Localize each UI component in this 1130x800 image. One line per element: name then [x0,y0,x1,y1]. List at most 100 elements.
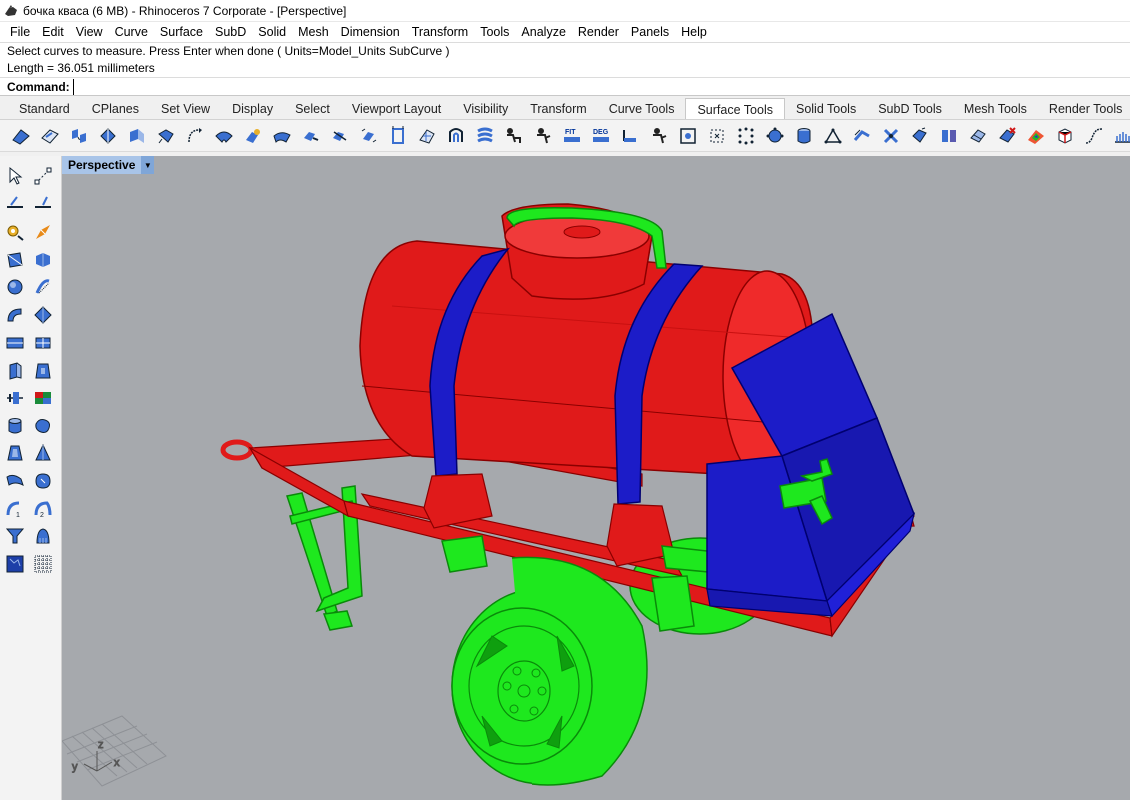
fit-button[interactable]: FIT [560,124,584,148]
tab-curve-tools[interactable]: Curve Tools [598,98,686,119]
merge-surface-icon[interactable] [270,124,294,148]
menu-tools[interactable]: Tools [474,25,515,39]
funnel-icon[interactable] [3,524,27,548]
zebra-analysis-icon[interactable] [1053,124,1077,148]
match-surface-icon[interactable] [241,124,265,148]
fillet-surface-icon[interactable] [9,124,33,148]
menu-solid[interactable]: Solid [252,25,292,39]
menu-view[interactable]: View [70,25,109,39]
extend-surface-icon[interactable] [154,124,178,148]
symmetry-icon[interactable] [212,124,236,148]
box-icon[interactable] [31,331,55,355]
select-arrow-icon[interactable] [3,164,27,188]
menu-file[interactable]: File [4,25,36,39]
move-uvn-icon[interactable] [821,124,845,148]
tab-solid-tools[interactable]: Solid Tools [785,98,867,119]
viewport-menu-arrow-icon[interactable]: ▼ [141,156,155,174]
sphere-icon[interactable] [3,275,27,299]
surface-edge-icon[interactable] [31,248,55,272]
tab-mesh-tools[interactable]: Mesh Tools [953,98,1038,119]
curvature-graph-icon[interactable] [1111,124,1130,148]
tab-subd-tools[interactable]: SubD Tools [867,98,953,119]
menu-analyze[interactable]: Analyze [515,25,571,39]
draft-angle-icon[interactable] [1082,124,1106,148]
texture-map-icon[interactable] [3,552,27,576]
menu-panels[interactable]: Panels [625,25,675,39]
perspective-viewport[interactable]: Perspective ▼ z x y [62,156,1130,800]
point-icon[interactable] [31,164,55,188]
menu-edit[interactable]: Edit [36,25,70,39]
remove-knot-icon[interactable] [995,124,1019,148]
viewport-title[interactable]: Perspective ▼ [62,156,155,174]
tab-standard[interactable]: Standard [8,98,81,119]
menu-transform[interactable]: Transform [406,25,475,39]
gear-settings-icon[interactable] [3,220,27,244]
explode-icon[interactable] [31,220,55,244]
edge-tools-icon[interactable] [676,124,700,148]
refit-surface-icon[interactable] [415,124,439,148]
pyramid-icon[interactable] [31,441,55,465]
isocurve-icon[interactable] [444,124,468,148]
untrim-icon[interactable] [299,124,323,148]
tab-surface-tools[interactable]: Surface Tools [685,98,785,119]
split-surface-icon[interactable] [328,124,352,148]
show-edges-icon[interactable] [705,124,729,148]
truncated-cone-icon[interactable] [31,359,55,383]
viewport-name[interactable]: Perspective [62,156,142,174]
analyze-direction-icon[interactable] [502,124,526,148]
tow-ring[interactable] [220,439,254,461]
grid-points-icon[interactable] [31,552,55,576]
surface-from-network-icon[interactable] [966,124,990,148]
sweep-icon[interactable] [850,124,874,148]
surface-corner-icon[interactable] [3,248,27,272]
front-wheel[interactable] [451,556,648,786]
patch-icon[interactable] [31,469,55,493]
pull-surface-icon[interactable] [647,124,671,148]
line-icon[interactable] [3,191,27,215]
rail-revolve-2-icon[interactable]: 2 [31,497,55,521]
shrink-surface-icon[interactable] [357,124,381,148]
blend-surface-icon[interactable] [67,124,91,148]
rebuild-surface-icon[interactable] [386,124,410,148]
change-degree-icon[interactable] [618,124,642,148]
bell-icon[interactable] [31,524,55,548]
diagnose-icon[interactable] [531,124,555,148]
curvature-analysis-icon[interactable] [1024,124,1048,148]
polyline-icon[interactable] [31,191,55,215]
loft-icon[interactable] [3,469,27,493]
tab-transform[interactable]: Transform [519,98,598,119]
offset-surface-icon[interactable] [96,124,120,148]
tab-viewport-layout[interactable]: Viewport Layout [341,98,452,119]
menu-surface[interactable]: Surface [154,25,209,39]
tab-cplanes[interactable]: CPlanes [81,98,150,119]
rail-revolve-1-icon[interactable]: 1 [3,497,27,521]
fillet-icon[interactable] [3,303,27,327]
chamfer-surface-icon[interactable] [38,124,62,148]
variable-fillet-icon[interactable] [125,124,149,148]
tab-visibility[interactable]: Visibility [452,98,519,119]
render-colors-icon[interactable] [31,386,55,410]
connect-surface-icon[interactable] [183,124,207,148]
tab-select[interactable]: Select [284,98,341,119]
split-by-isocurve-icon[interactable] [937,124,961,148]
point-grid-icon[interactable] [763,124,787,148]
model-scene[interactable]: z x y [62,156,1130,800]
mesh-sphere-icon[interactable] [31,275,55,299]
blob-solid-icon[interactable] [31,414,55,438]
diamond-icon[interactable] [31,303,55,327]
control-points-icon[interactable] [734,124,758,148]
twist-surface-icon[interactable] [908,124,932,148]
plane-icon[interactable] [3,331,27,355]
boolean-union-icon[interactable] [3,386,27,410]
cylinder-solid-icon[interactable] [3,414,27,438]
menu-help[interactable]: Help [675,25,713,39]
menu-render[interactable]: Render [572,25,625,39]
tab-render-tools[interactable]: Render Tools [1038,98,1130,119]
flow-along-surface-icon[interactable] [879,124,903,148]
tab-set-view[interactable]: Set View [150,98,221,119]
menu-mesh[interactable]: Mesh [292,25,335,39]
menu-subd[interactable]: SubD [209,25,252,39]
degree-button[interactable]: DEG [589,124,613,148]
unroll-icon[interactable] [473,124,497,148]
menu-dimension[interactable]: Dimension [335,25,406,39]
